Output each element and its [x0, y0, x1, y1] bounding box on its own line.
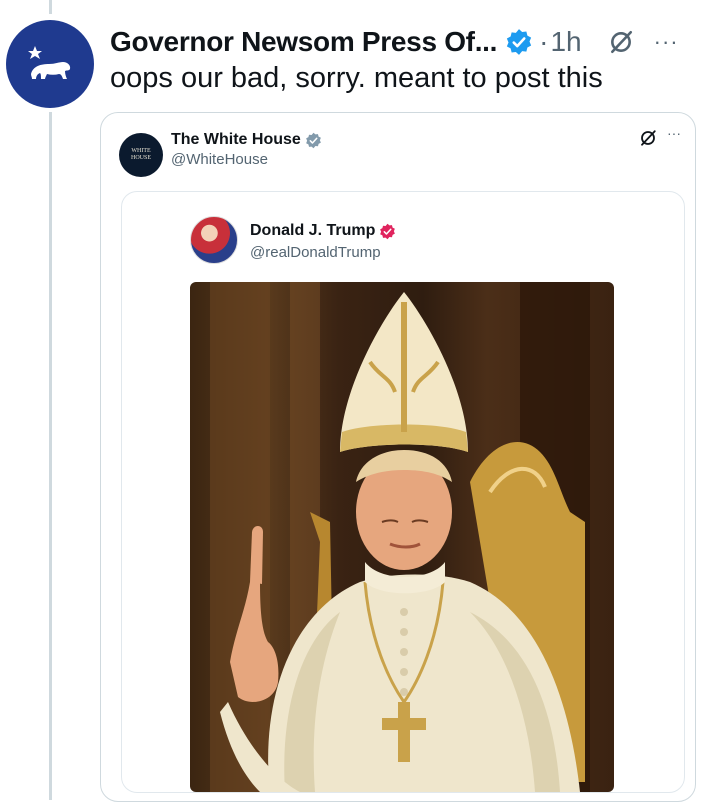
- quoted-author-name-row: The White House: [171, 131, 322, 149]
- nested-author-name-row: Donald J. Trump: [250, 222, 396, 240]
- white-house-logo-text-1: WHITE: [131, 148, 151, 154]
- post-time[interactable]: 1h: [550, 26, 581, 58]
- quoted-post-card[interactable]: WHITE HOUSE The White House @WhiteHouse …: [100, 112, 696, 802]
- dot-separator: ·: [539, 26, 549, 57]
- pope-figure-illustration: [210, 282, 590, 792]
- red-verified-badge-icon: [380, 223, 396, 239]
- quoted-author-name[interactable]: The White House: [171, 131, 301, 149]
- nested-quoted-post-card[interactable]: Donald J. Trump @realDonaldTrump: [121, 191, 685, 793]
- nested-author-handle[interactable]: @realDonaldTrump: [250, 244, 381, 261]
- post-header: Governor Newsom Press Of... · 1h ···: [110, 22, 693, 62]
- quoted-more-options-icon[interactable]: ···: [667, 125, 681, 141]
- more-options-icon[interactable]: ···: [654, 29, 679, 55]
- post-text: oops our bad, sorry. meant to post this: [110, 62, 603, 94]
- author-name[interactable]: Governor Newsom Press Of...: [110, 26, 497, 58]
- author-avatar[interactable]: [6, 20, 94, 108]
- white-house-avatar[interactable]: WHITE HOUSE: [119, 133, 163, 177]
- quoted-author-handle[interactable]: @WhiteHouse: [171, 151, 268, 168]
- trump-avatar[interactable]: [190, 216, 238, 264]
- thread-line: [49, 112, 52, 800]
- thread-line-top: [49, 0, 52, 14]
- white-house-logo-text-2: HOUSE: [130, 155, 151, 161]
- california-bear-icon: [28, 46, 71, 79]
- post-image[interactable]: [190, 282, 614, 792]
- grok-icon[interactable]: [639, 129, 657, 147]
- nested-author-name[interactable]: Donald J. Trump: [250, 222, 375, 240]
- verified-badge-icon: [507, 29, 532, 55]
- gray-verified-badge-icon: [305, 132, 321, 148]
- grok-icon[interactable]: [608, 29, 634, 55]
